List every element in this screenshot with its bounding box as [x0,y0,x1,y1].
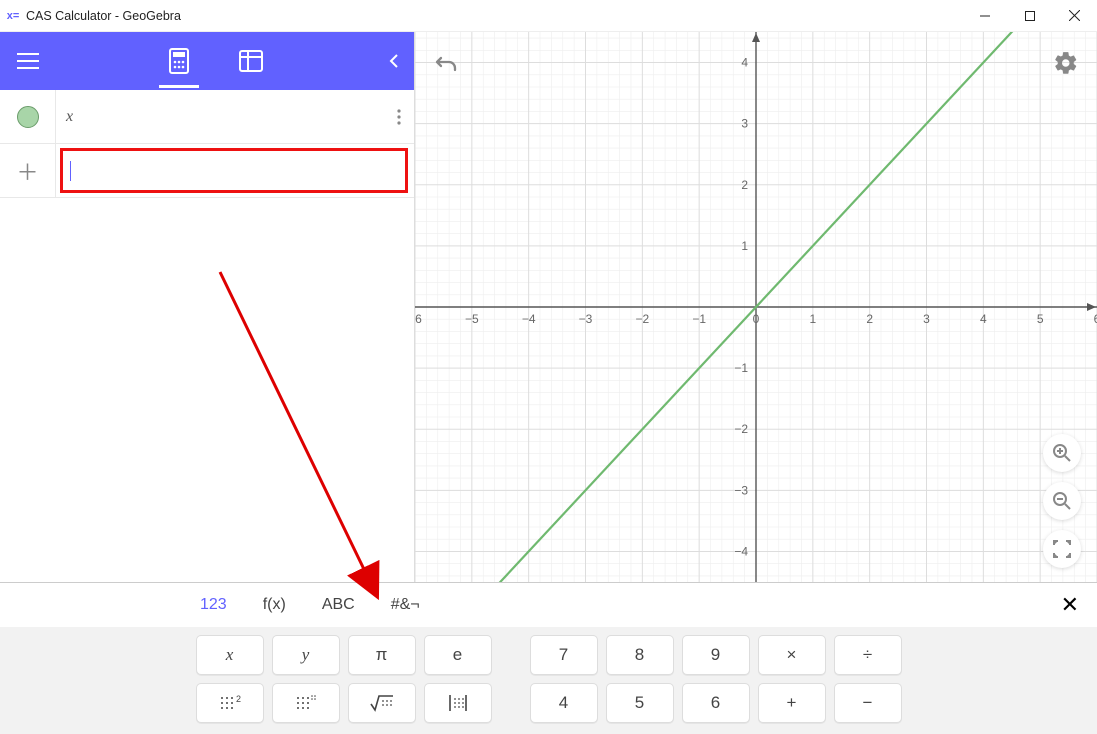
svg-text:−2: −2 [635,312,649,326]
svg-text:−4: −4 [734,544,748,558]
key-×[interactable]: × [758,635,826,675]
svg-text:4: 4 [741,56,748,70]
window-title: CAS Calculator - GeoGebra [26,9,181,23]
close-button[interactable] [1052,0,1097,32]
key-x[interactable]: x [196,635,264,675]
key-8[interactable]: 8 [606,635,674,675]
row-menu-button[interactable] [384,109,414,125]
keyboard-tabs: 123 f(x) ABC #&¬ ✕ [0,583,1097,627]
svg-text:0: 0 [753,312,760,326]
svg-text:−5: −5 [465,312,479,326]
app-icon: x= [6,9,20,23]
zoom-in-icon [1052,443,1072,463]
svg-text:1: 1 [741,239,748,253]
annotation-arrow [200,262,420,622]
svg-text:4: 4 [980,312,987,326]
svg-text:−6: −6 [415,312,422,326]
key-4[interactable]: 4 [530,683,598,723]
key-−[interactable]: − [834,683,902,723]
algebra-view-button[interactable] [163,48,195,74]
key-e[interactable]: e [424,635,492,675]
keyboard-tab-fx[interactable]: f(x) [263,596,286,614]
svg-text:−2: −2 [734,422,748,436]
key-5[interactable]: 5 [606,683,674,723]
fullscreen-icon [1053,540,1071,558]
add-row-button[interactable]: ＋ [0,144,56,197]
svg-text:6: 6 [1094,312,1097,326]
svg-text:−4: −4 [522,312,536,326]
text-cursor [70,161,71,181]
keyboard-tab-123[interactable]: 123 [200,596,227,614]
visibility-dot-icon [17,106,39,128]
key-6[interactable]: 6 [682,683,750,723]
top-toolbar [0,32,414,90]
key-y[interactable]: y [272,635,340,675]
expression-row[interactable]: x [0,90,414,144]
visibility-toggle[interactable] [0,90,56,143]
svg-text:3: 3 [741,117,748,131]
key-+[interactable]: + [758,683,826,723]
zoom-controls [1043,434,1081,568]
plus-icon: ＋ [16,155,38,187]
table-icon [239,50,263,72]
key-9[interactable]: 9 [682,635,750,675]
svg-text:−3: −3 [734,483,748,497]
graphics-view[interactable]: −6 −5 −4 −3 −2 −1 0 1 2 3 4 5 6 −4 −3 −2 −1 1 2 3 4 [415,32,1097,582]
key-7[interactable]: 7 [530,635,598,675]
menu-button[interactable] [0,32,56,90]
svg-text:−3: −3 [579,312,593,326]
virtual-keyboard: 123 f(x) ABC #&¬ ✕ xyπe789×÷ 2 456+− [0,582,1097,734]
svg-text:2: 2 [741,178,748,192]
zoom-in-button[interactable] [1043,434,1081,472]
expression-content[interactable]: x [56,108,384,126]
algebra-panel: x ＋ [0,32,415,582]
maximize-button[interactable] [1007,0,1052,32]
settings-button[interactable] [1053,50,1079,81]
key-÷[interactable]: ÷ [834,635,902,675]
svg-text:2: 2 [866,312,873,326]
svg-text:1: 1 [809,312,816,326]
undo-button[interactable] [433,52,457,81]
svg-text:−1: −1 [734,361,748,375]
svg-text:2: 2 [236,695,241,704]
key-square[interactable]: 2 [196,683,264,723]
key-sqrt[interactable] [348,683,416,723]
key-π[interactable]: π [348,635,416,675]
svg-text:5: 5 [1037,312,1044,326]
keyboard-tab-abc[interactable]: ABC [322,596,355,614]
undo-icon [433,52,457,76]
collapse-panel-button[interactable] [374,32,414,90]
keyboard-close-button[interactable]: ✕ [1061,592,1079,618]
key-power[interactable] [272,683,340,723]
zoom-out-button[interactable] [1043,482,1081,520]
graph-canvas[interactable]: −6 −5 −4 −3 −2 −1 0 1 2 3 4 5 6 −4 −3 −2 −1 1 2 3 4 [415,32,1097,582]
title-bar: x= CAS Calculator - GeoGebra [0,0,1097,32]
gear-icon [1053,50,1079,76]
zoom-out-icon [1052,491,1072,511]
svg-text:−1: −1 [692,312,706,326]
fullscreen-button[interactable] [1043,530,1081,568]
calculator-icon [168,48,190,74]
minimize-button[interactable] [962,0,1007,32]
window-controls [962,0,1097,32]
table-view-button[interactable] [235,50,267,72]
keyboard-tab-sym[interactable]: #&¬ [391,596,420,614]
key-abs[interactable] [424,683,492,723]
input-field[interactable] [56,161,414,181]
svg-text:3: 3 [923,312,930,326]
input-row[interactable]: ＋ [0,144,414,198]
more-vert-icon [397,109,401,125]
